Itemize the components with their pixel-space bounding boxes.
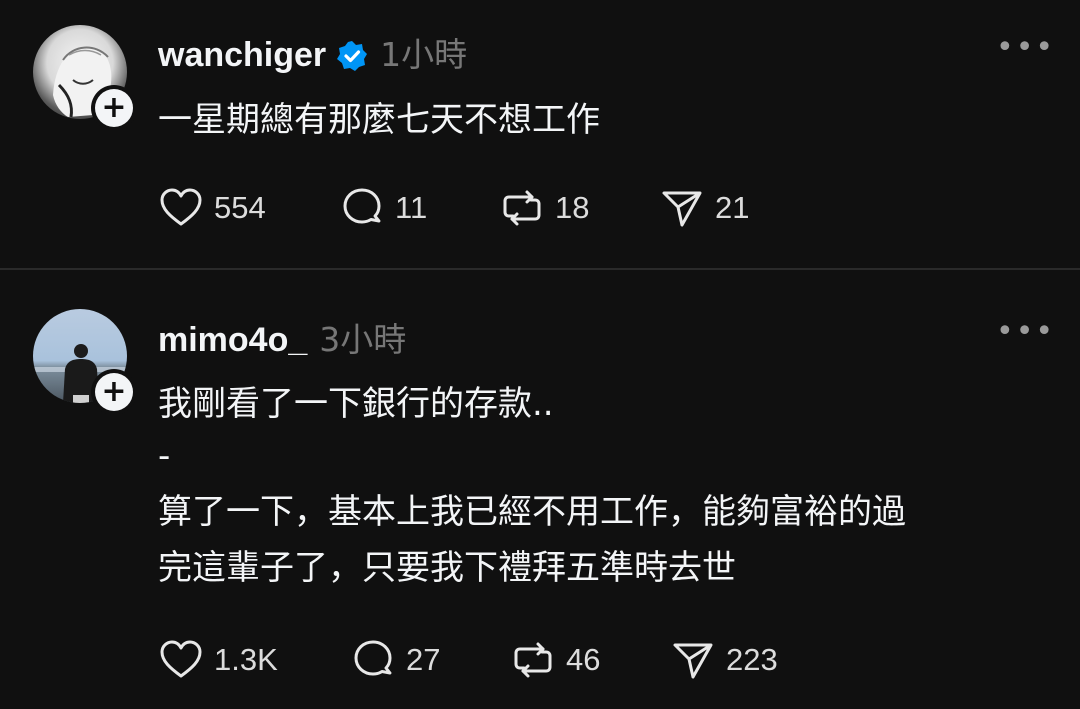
post-divider: [0, 268, 1080, 270]
post-text-line: 完這輩子了，只要我下禮拜五準時去世: [158, 548, 736, 588]
like-button[interactable]: 554: [158, 185, 339, 231]
like-button[interactable]: 1.3K: [158, 637, 350, 683]
post-header: wanchiger 1小時: [158, 28, 467, 76]
post-time: 3小時: [319, 320, 407, 359]
repost-icon: [503, 190, 541, 226]
verified-badge-icon: [336, 40, 368, 76]
post-text-line: 一星期總有那麼七天不想工作: [158, 100, 600, 140]
share-button[interactable]: 21: [659, 185, 749, 231]
share-count: 223: [726, 642, 778, 677]
comment-icon: [343, 188, 381, 224]
post-time: 1小時: [380, 35, 468, 74]
share-count: 21: [715, 190, 750, 225]
heart-icon: [160, 640, 202, 678]
repost-button[interactable]: 46: [510, 637, 670, 683]
repost-button[interactable]: 18: [499, 185, 659, 231]
repost-count: 18: [555, 190, 590, 225]
post-header: mimo4o_ 3小時: [158, 313, 406, 361]
reply-count: 11: [395, 190, 428, 225]
plus-icon: +: [95, 373, 133, 411]
username[interactable]: wanchiger: [158, 36, 326, 75]
heart-icon: [160, 188, 202, 226]
action-bar: 554 11 18 21: [158, 185, 749, 231]
comment-icon: [354, 640, 392, 676]
more-options-icon[interactable]: •••: [996, 30, 1055, 65]
repost-count: 46: [566, 642, 601, 677]
more-options-icon[interactable]: •••: [996, 314, 1055, 349]
like-count: 1.3K: [214, 642, 278, 677]
reply-button[interactable]: 11: [339, 185, 499, 231]
post-text-line: 算了一下，基本上我已經不用工作，能夠富裕的過: [158, 492, 906, 532]
repost-icon: [514, 642, 552, 678]
send-icon: [673, 643, 713, 679]
reply-button[interactable]: 27: [350, 637, 510, 683]
reply-count: 27: [406, 642, 441, 677]
post-text-line: 我剛看了一下銀行的存款..: [158, 384, 554, 424]
action-bar: 1.3K 27 46 223: [158, 637, 778, 683]
post-text: 一星期總有那麼七天不想工作: [158, 92, 600, 148]
post-text: 我剛看了一下銀行的存款.. - 算了一下，基本上我已經不用工作，能夠富裕的過 完…: [158, 376, 906, 596]
username[interactable]: mimo4o_: [158, 321, 307, 360]
post-text-line: -: [158, 436, 171, 476]
follow-button[interactable]: +: [91, 369, 137, 415]
like-count: 554: [214, 190, 266, 225]
plus-icon: +: [95, 89, 133, 127]
share-button[interactable]: 223: [670, 637, 778, 683]
follow-button[interactable]: +: [91, 85, 137, 131]
send-icon: [662, 191, 702, 227]
